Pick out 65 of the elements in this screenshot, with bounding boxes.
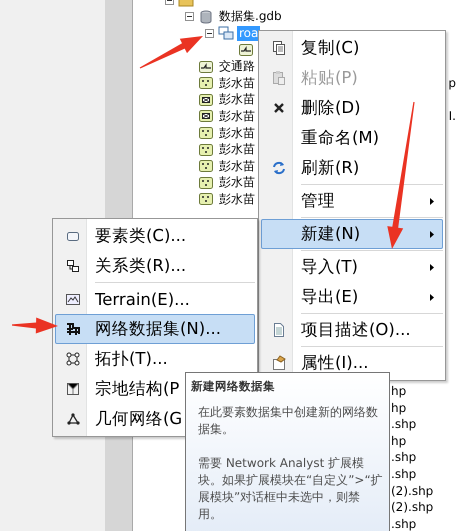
- tree-item-text: p: [448, 76, 457, 90]
- tree-item[interactable]: 彭水苗: [217, 175, 257, 190]
- menu-item[interactable]: 重命名(M): [261, 123, 443, 153]
- terrain-icon: [65, 291, 81, 307]
- menu-item[interactable]: 要素类(C)...: [55, 221, 255, 251]
- copy-icon: [271, 40, 287, 56]
- tree-item[interactable]: hp: [391, 434, 406, 448]
- line-layer-icon: [238, 42, 254, 58]
- tree-item[interactable]: 数据集.gdb: [217, 9, 284, 24]
- tree-item[interactable]: 彭水苗: [217, 108, 257, 124]
- tree-item[interactable]: (2).shp: [391, 484, 434, 498]
- tree-item[interactable]: .shp: [391, 516, 416, 531]
- tooltip-text: 在此要素数据集中创建新的网络数据集。: [198, 404, 379, 438]
- tooltip-text: 需要 Network Analyst 扩展模块。如果扩展模块在“自定义”>“扩展模块”对话框中未选中，则禁用。: [198, 455, 384, 523]
- network-icon: [65, 321, 81, 337]
- collapse-icon[interactable]: [185, 12, 194, 22]
- menu-item[interactable]: 新建(N): [261, 219, 443, 249]
- menu-item[interactable]: 管理: [261, 186, 443, 216]
- menu-item[interactable]: 项目描述(O)...: [261, 315, 443, 345]
- arrow: [140, 36, 203, 68]
- relationship-icon: [65, 258, 81, 274]
- tooltip-title: 新建网络数据集: [191, 379, 276, 394]
- paste-icon: [271, 70, 287, 86]
- menu-item[interactable]: 删除(D): [261, 93, 443, 123]
- tree-item[interactable]: 彭水苗: [217, 192, 257, 207]
- arrow: [12, 318, 58, 334]
- tree-item[interactable]: 交通路: [217, 59, 257, 74]
- menu-item[interactable]: 刷新(R): [261, 153, 443, 183]
- tree-item[interactable]: (2).shp: [391, 500, 434, 514]
- refresh-icon: [271, 160, 287, 176]
- menu-item[interactable]: 网络数据集(N)...: [55, 314, 255, 344]
- point-layer-icon: [198, 191, 214, 208]
- tree-item[interactable]: .shp: [391, 417, 416, 432]
- menu-item[interactable]: 拓扑(T)...: [55, 344, 255, 374]
- collapse-icon[interactable]: [205, 28, 214, 38]
- properties-icon: [271, 355, 287, 371]
- document-icon: [271, 322, 287, 338]
- point-layer-icon: [198, 125, 214, 142]
- line-layer-icon: [198, 58, 214, 75]
- tree-item[interactable]: 彭水苗: [217, 158, 257, 174]
- tree-item[interactable]: .shp: [391, 450, 416, 464]
- menu-item[interactable]: Terrain(E)...: [55, 284, 255, 314]
- polygon-layer-icon: [198, 92, 214, 108]
- point-layer-icon: [198, 158, 214, 174]
- menu-item[interactable]: 关系类(R)...: [55, 251, 255, 281]
- point-layer-icon: [198, 174, 214, 191]
- tree-item[interactable]: 彭水苗: [217, 126, 257, 141]
- parcel-icon: [65, 381, 81, 397]
- topology-icon: [65, 351, 81, 367]
- tree-item[interactable]: 彭水苗: [217, 92, 257, 108]
- dataset-icon: [218, 25, 234, 42]
- tree-item[interactable]: 彭水苗: [217, 76, 257, 91]
- menu-item[interactable]: 导出(E): [261, 282, 443, 312]
- database-icon: [198, 8, 214, 25]
- point-layer-icon: [198, 75, 214, 92]
- polygon-layer-icon: [198, 108, 214, 124]
- geometric-network-icon: [65, 411, 81, 427]
- tree-item[interactable]: hp: [391, 400, 406, 415]
- tree-item[interactable]: 彭水苗: [217, 142, 257, 158]
- tree-item-text: I.: [448, 109, 457, 124]
- menu-item[interactable]: 复制(C): [261, 33, 443, 63]
- tree-item[interactable]: .shp: [391, 466, 416, 481]
- point-layer-icon: [198, 142, 214, 158]
- menu-item[interactable]: 导入(T): [261, 252, 443, 282]
- tree-item[interactable]: hp: [391, 384, 406, 398]
